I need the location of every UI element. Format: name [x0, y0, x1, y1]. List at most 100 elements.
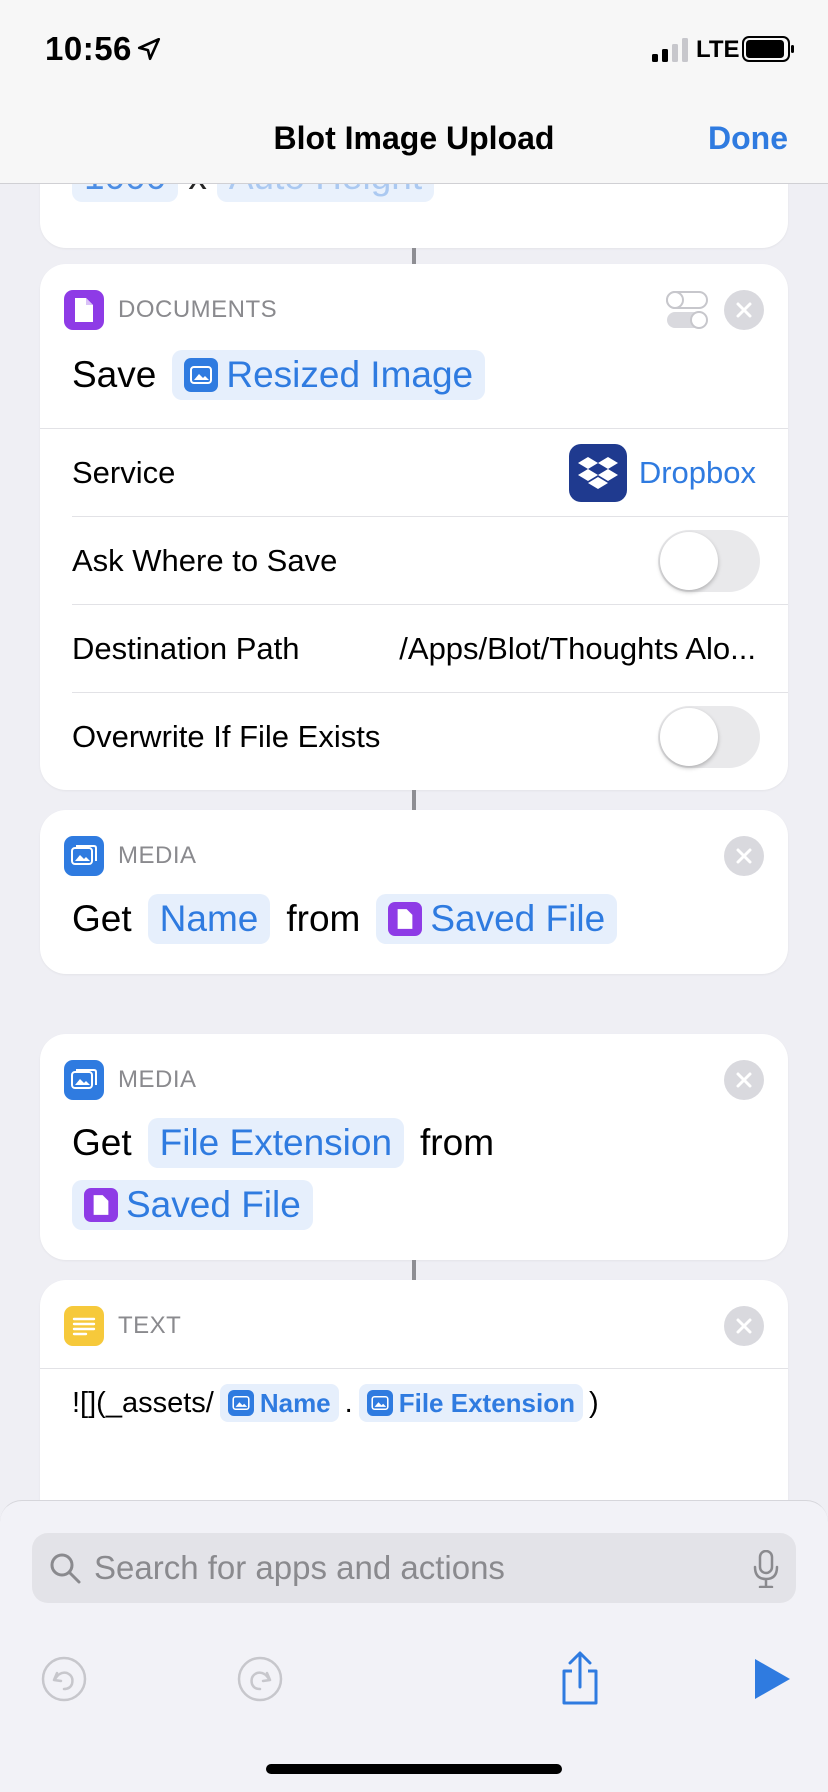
token-label: Resized Image — [226, 354, 474, 395]
carrier-label: LTE — [696, 36, 740, 63]
close-icon — [736, 1072, 752, 1088]
search-bar[interactable] — [32, 1533, 796, 1603]
ask-where-row: Ask Where to Save — [72, 516, 788, 604]
remove-action-button[interactable] — [724, 1060, 764, 1100]
get-extension-header: MEDIA — [64, 1060, 197, 1100]
destination-label: Destination Path — [72, 630, 300, 666]
text-icon — [64, 1306, 104, 1346]
name-property-token[interactable]: Name — [147, 894, 271, 944]
connector — [412, 1260, 416, 1280]
document-icon — [84, 1188, 118, 1222]
dot-separator: . — [344, 1386, 353, 1419]
battery-icon — [742, 36, 794, 62]
share-icon[interactable] — [556, 1651, 604, 1705]
done-button[interactable]: Done — [708, 120, 788, 157]
ask-where-toggle[interactable] — [658, 529, 760, 592]
category-label: MEDIA — [118, 1066, 197, 1093]
text-suffix: ) — [588, 1386, 599, 1419]
extension-variable-token[interactable]: File Extension — [358, 1384, 583, 1422]
token-label: File Extension — [398, 1387, 575, 1418]
get-name-line: Get Name from Saved File — [72, 894, 633, 944]
ask-where-label: Ask Where to Save — [72, 542, 338, 578]
token-label: Saved File — [430, 898, 606, 939]
text-card: TEXT ![](_assets/ Name . File Extension … — [40, 1280, 788, 1500]
nav-bar: Blot Image Upload Done — [0, 96, 828, 184]
close-icon — [736, 302, 752, 318]
get-name-card: MEDIA Get Name from Saved File — [40, 810, 788, 974]
overwrite-label: Overwrite If File Exists — [72, 718, 381, 754]
save-file-card: DOCUMENTS Save Resized Image Service Dro… — [40, 264, 788, 790]
overwrite-toggle[interactable] — [658, 705, 760, 768]
save-card-header: DOCUMENTS — [64, 290, 277, 330]
media-icon — [64, 1060, 104, 1100]
toggles-icon[interactable] — [666, 288, 708, 332]
get-extension-line-2: Saved File — [72, 1180, 329, 1230]
width-token[interactable]: 1000 — [72, 184, 179, 202]
service-value[interactable]: Dropbox — [568, 443, 756, 502]
overwrite-row: Overwrite If File Exists — [72, 692, 788, 780]
height-token[interactable]: Auto Height — [216, 184, 435, 202]
destination-row[interactable]: Destination Path /Apps/Blot/Thoughts Alo… — [72, 604, 788, 692]
screen: 10:56 LTE Blot Image Upload Done 1000 x … — [0, 0, 828, 1792]
divider — [40, 1368, 788, 1369]
redo-icon[interactable] — [236, 1655, 284, 1703]
action-verb: Save — [72, 354, 157, 395]
file-extension-token[interactable]: File Extension — [147, 1118, 405, 1168]
category-label: DOCUMENTS — [118, 296, 278, 323]
saved-file-token[interactable]: Saved File — [376, 894, 618, 944]
toggle-knob — [660, 707, 718, 766]
saved-file-token[interactable]: Saved File — [72, 1180, 313, 1230]
document-icon — [388, 902, 423, 936]
text-prefix: ![](_assets/ — [72, 1386, 214, 1419]
get-extension-line: Get File Extension from — [72, 1118, 510, 1168]
cellular-signal-icon — [652, 38, 688, 62]
category-label: MEDIA — [118, 842, 197, 869]
text-card-header: TEXT — [64, 1306, 181, 1346]
get-name-header: MEDIA — [64, 836, 197, 876]
get-extension-card: MEDIA Get File Extension from Saved File — [40, 1034, 788, 1260]
home-indicator — [266, 1764, 562, 1774]
resize-image-card: 1000 x Auto Height — [40, 184, 788, 248]
resized-image-token[interactable]: Resized Image — [172, 350, 486, 400]
play-icon[interactable] — [752, 1657, 792, 1701]
resize-action-line: 1000 x Auto Height — [72, 184, 450, 202]
save-action-line: Save Resized Image — [72, 350, 501, 400]
service-label: Service — [72, 454, 176, 490]
workflow-editor[interactable]: 1000 x Auto Height DOCUMENTS — [0, 184, 828, 1500]
service-row[interactable]: Service Dropbox — [40, 428, 788, 516]
name-variable-token[interactable]: Name — [219, 1384, 339, 1422]
from-word: from — [420, 1122, 495, 1163]
connector — [412, 790, 416, 810]
token-label: Name — [259, 1387, 331, 1418]
media-icon — [64, 836, 104, 876]
x-label: x — [188, 184, 207, 198]
text-field[interactable]: ![](_assets/ Name . File Extension ) — [72, 1384, 599, 1422]
media-icon — [227, 1390, 254, 1416]
location-arrow-icon — [137, 37, 161, 61]
toggle-knob — [660, 531, 718, 590]
search-icon — [50, 1553, 81, 1584]
dropbox-icon — [568, 443, 627, 502]
action-verb: Get — [72, 898, 132, 939]
token-label: Saved File — [126, 1184, 301, 1225]
remove-action-button[interactable] — [724, 290, 764, 330]
action-search-panel — [0, 1500, 828, 1792]
status-bar: 10:56 LTE — [0, 0, 828, 96]
close-icon — [736, 1318, 752, 1334]
search-input[interactable] — [94, 1549, 714, 1587]
category-label: TEXT — [118, 1312, 182, 1339]
from-word: from — [286, 898, 361, 939]
page-title: Blot Image Upload — [273, 120, 555, 156]
remove-action-button[interactable] — [724, 1306, 764, 1346]
undo-icon[interactable] — [40, 1655, 88, 1703]
document-icon — [64, 290, 104, 330]
destination-value: /Apps/Blot/Thoughts Alo... — [399, 630, 756, 666]
toolbar — [0, 1635, 828, 1725]
action-verb: Get — [72, 1122, 132, 1163]
microphone-icon[interactable] — [752, 1550, 780, 1588]
image-icon — [184, 358, 219, 392]
status-time: 10:56 — [45, 30, 132, 67]
service-name: Dropbox — [638, 454, 756, 490]
remove-action-button[interactable] — [724, 836, 764, 876]
media-icon — [366, 1390, 393, 1416]
